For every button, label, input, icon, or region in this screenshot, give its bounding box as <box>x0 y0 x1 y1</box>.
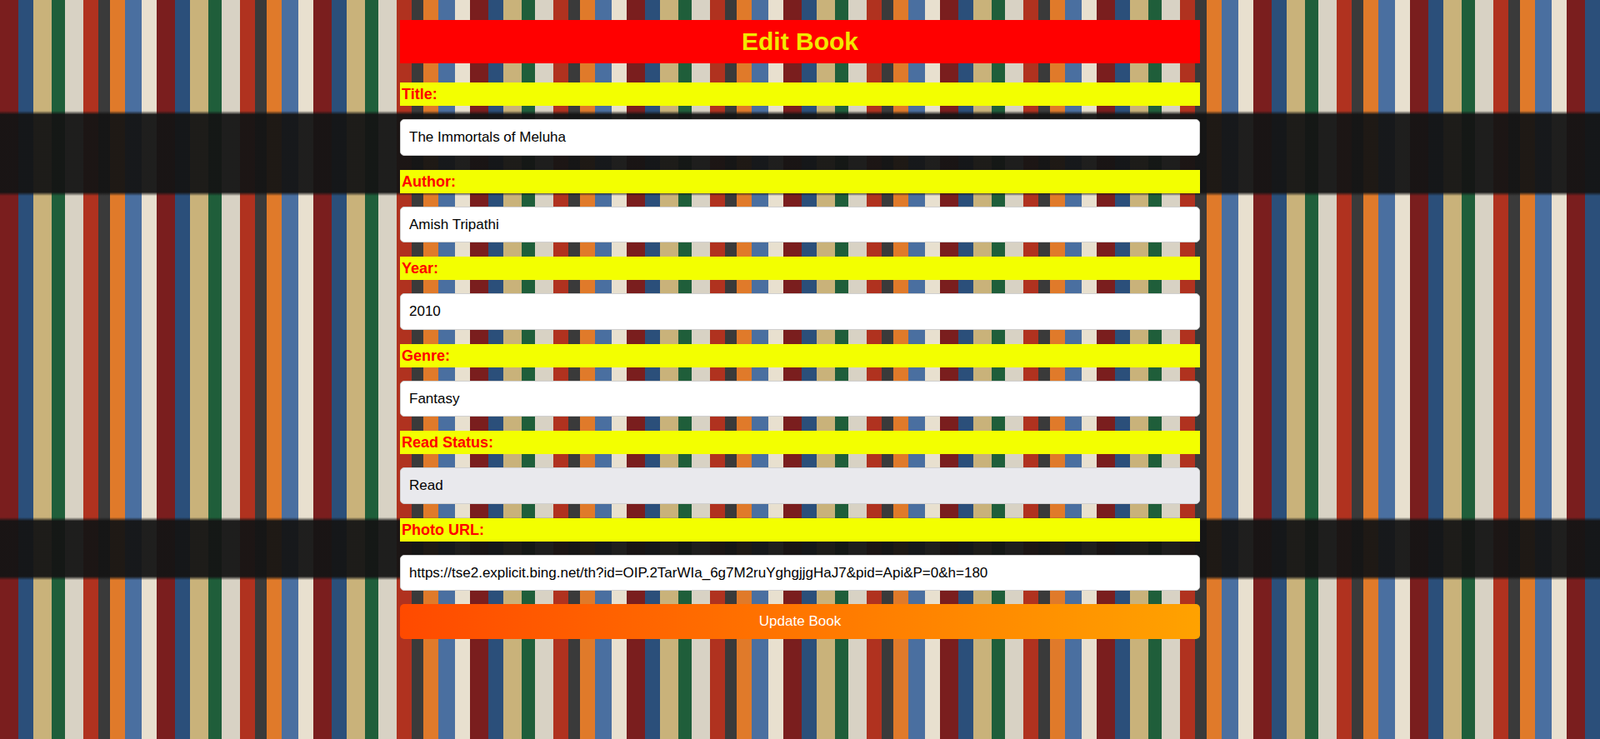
form-field: Genre: <box>400 344 1200 418</box>
form-field: Year: <box>400 256 1200 330</box>
form-field: Author: <box>400 170 1200 244</box>
field-label: Genre: <box>400 344 1200 368</box>
text-input[interactable] <box>400 380 1200 418</box>
text-input[interactable] <box>400 206 1200 244</box>
form-field: Title: <box>400 82 1200 156</box>
field-label: Photo URL: <box>400 518 1200 542</box>
text-input[interactable] <box>400 293 1200 330</box>
form-field: Photo URL: <box>400 518 1200 592</box>
text-input[interactable] <box>400 555 1200 592</box>
field-label: Read Status: <box>400 430 1200 455</box>
field-label: Title: <box>400 82 1200 106</box>
book-form: Title:Author:Year:Genre:Read Status:Read… <box>400 82 1200 640</box>
form-heading: Edit Book <box>400 20 1200 64</box>
field-label: Year: <box>400 256 1200 280</box>
text-input[interactable] <box>400 119 1200 156</box>
status-select[interactable]: Read <box>400 467 1200 505</box>
field-label: Author: <box>400 170 1200 194</box>
update-button[interactable]: Update Book <box>400 604 1200 640</box>
form-field: Read Status: Read <box>400 430 1200 505</box>
edit-book-form: Edit Book Title: Author: Year: Genre: Read St… <box>400 0 1200 640</box>
